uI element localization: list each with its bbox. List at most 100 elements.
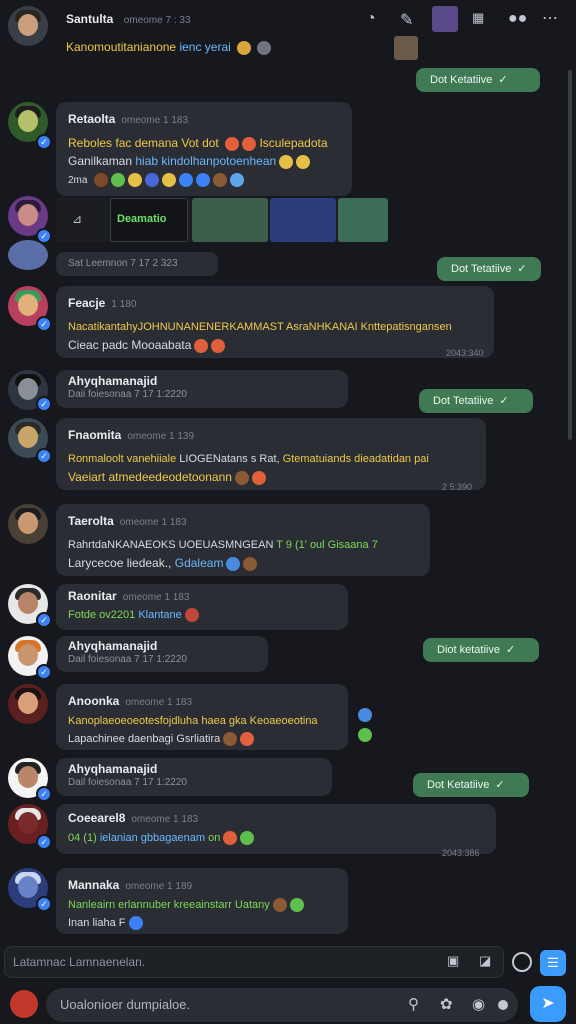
user-avatar[interactable] bbox=[10, 990, 38, 1018]
media-gallery[interactable]: ⊿ Deamatio bbox=[56, 198, 388, 242]
send-button[interactable]: ➤ bbox=[530, 986, 566, 1022]
header-subtitle-yellow: Kanomoutitanianone bbox=[66, 40, 177, 54]
scrollbar[interactable] bbox=[568, 70, 572, 440]
sender-name: Feacje bbox=[68, 296, 106, 310]
media-thumbnail[interactable]: Deamatio bbox=[110, 198, 188, 242]
outgoing-label: Dot Ketatiive bbox=[430, 74, 493, 86]
outgoing-label: Diot ketatiive bbox=[437, 644, 500, 656]
media-thumbnail[interactable] bbox=[338, 198, 388, 242]
verified-icon: ✓ bbox=[36, 316, 52, 332]
message-input[interactable]: Uoalonioer dumpialoe. ⚲ ✿ ◉ bbox=[46, 988, 518, 1022]
gif-icon[interactable]: ✿ bbox=[440, 995, 453, 1013]
message-text: on bbox=[208, 832, 221, 844]
message-input-placeholder: Uoalonioer dumpialoe. bbox=[60, 997, 191, 1012]
check-icon: ✓ bbox=[499, 395, 509, 407]
secondary-input-placeholder: Latamnac Lamnaenelan. bbox=[13, 955, 146, 969]
message-bubble[interactable]: Retaolta omeome 1 183 Reboles fac demana … bbox=[56, 102, 352, 196]
message-bubble[interactable]: Fnaomita omeome 1 139 Ronmaloolt vanehiia… bbox=[56, 418, 486, 490]
emoji-icon bbox=[229, 172, 244, 187]
emoji-icon bbox=[296, 154, 311, 169]
check-icon: ✓ bbox=[505, 644, 516, 656]
emoji-button[interactable] bbox=[512, 952, 532, 972]
dots-icon[interactable]: ●● bbox=[508, 10, 527, 28]
message-bubble[interactable]: Mannaka omeome 1 189 Nanleairn erlannuber… bbox=[56, 868, 348, 934]
reaction-icon[interactable] bbox=[358, 708, 372, 722]
emoji-icon bbox=[144, 172, 159, 187]
outgoing-message[interactable]: Dot Ketatiive ✓ bbox=[413, 773, 529, 797]
message-bubble[interactable]: Taerolta omeome 1 183 RahrtdaNKANAEOKS UO… bbox=[56, 504, 430, 576]
outgoing-message[interactable]: Dot Ketatiive ✓ bbox=[416, 68, 540, 92]
attach-icon[interactable]: ⚲ bbox=[408, 995, 419, 1013]
message-text: Vaeiart atmedeedeodetoonann bbox=[68, 470, 232, 484]
verified-icon: ✓ bbox=[36, 612, 52, 628]
avatar[interactable] bbox=[8, 240, 48, 270]
header-subtitle: Kanomoutitanianone ienc yerai bbox=[66, 40, 272, 55]
outgoing-label: Dot Ketatiive bbox=[427, 779, 490, 791]
emoji-icon bbox=[234, 470, 249, 485]
more-icon[interactable]: ⋯ bbox=[542, 8, 558, 28]
message-subline: Sat Leemnon 7 17 2 323 bbox=[56, 252, 218, 276]
secondary-input[interactable]: Latamnac Lamnaenelan. ▣ ◪ bbox=[4, 946, 504, 978]
message-meta: omeome 1 183 bbox=[119, 517, 187, 528]
chat-button[interactable]: ☰ bbox=[540, 950, 566, 976]
outgoing-message[interactable]: Diot ketatiive ✓ bbox=[423, 638, 539, 662]
reaction-icon[interactable]: ◉ bbox=[472, 995, 485, 1013]
grid-icon[interactable]: ▦ bbox=[472, 10, 484, 26]
message-meta: Dail foiesonaa 7 17 1:2220 bbox=[68, 777, 187, 788]
message-text: 04 (1) bbox=[68, 832, 97, 844]
tools-icon[interactable]: ✎ bbox=[400, 10, 413, 30]
message-text: Reboles fac demana Vot dot bbox=[68, 136, 219, 150]
message-text: Gtematuiands dieadatidan bbox=[282, 453, 412, 465]
avatar[interactable] bbox=[8, 504, 48, 544]
avatar[interactable] bbox=[8, 684, 48, 724]
media-caption: Deamatio bbox=[117, 213, 167, 225]
message-text: ielanian gbbagaenam bbox=[99, 832, 206, 844]
reaction-icon[interactable] bbox=[358, 728, 372, 742]
profile-thumbnail[interactable] bbox=[432, 6, 458, 32]
message-text: Kanoplaeoeoeotesfojdluha haea gka Keoaeo… bbox=[68, 715, 318, 727]
clock-icon[interactable]: ◔ bbox=[366, 10, 376, 28]
verified-icon: ✓ bbox=[36, 448, 52, 464]
emoji-icon bbox=[240, 732, 255, 747]
message-bubble[interactable]: Coeearel8 omeome 1 183 04 (1) ielanian gb… bbox=[56, 804, 496, 854]
header-title: Santulta omeome 7 : 33 bbox=[66, 10, 191, 28]
avatar[interactable] bbox=[8, 6, 48, 46]
message-bubble[interactable]: Anoonka omeome 1 183 Kanoplaeoeoeotesfojd… bbox=[56, 684, 348, 750]
message-bubble[interactable]: Feacje 1 180 NacatikantahyJOHNUNANENERKAM… bbox=[56, 286, 494, 358]
emoji-icon bbox=[225, 136, 240, 151]
sender-name: Ahyqhamanajid bbox=[68, 374, 158, 388]
emoji-icon bbox=[195, 172, 210, 187]
emoji-icon bbox=[93, 172, 108, 187]
emoji-icon bbox=[240, 831, 255, 846]
message-text: NacatikantahyJOHNUNANENERKAMMAST AsraNHK… bbox=[68, 321, 452, 333]
media-thumbnail[interactable] bbox=[192, 198, 268, 242]
sender-name: Retaolta bbox=[68, 112, 116, 126]
sender-name: Ahyqhamanajid bbox=[68, 762, 158, 776]
emoji-icon bbox=[257, 40, 272, 55]
media-icon: ⊿ bbox=[72, 212, 83, 226]
message-meta: omeome 1 183 bbox=[131, 814, 199, 825]
message-text: RahrtdaNKANAEOKS UOEUASMNGEAN bbox=[68, 539, 274, 551]
message-meta: Daii foiesonaa 7 17 1:2220 bbox=[68, 389, 187, 400]
emoji-icon bbox=[110, 172, 125, 187]
message-bubble[interactable]: Ahyqhamanajid Daii foiesonaa 7 17 1:2220 bbox=[56, 370, 348, 408]
message-text: Ganilkaman bbox=[68, 154, 133, 168]
voice-icon[interactable] bbox=[498, 1000, 508, 1010]
message-meta: omeome 1 183 bbox=[125, 697, 193, 708]
message-text: Gdaleam bbox=[174, 556, 224, 570]
sender-name: Fnaomita bbox=[68, 428, 122, 442]
outgoing-message[interactable]: Dot Tetatiive ✓ bbox=[419, 389, 533, 413]
image-icon[interactable]: ▣ bbox=[447, 953, 459, 969]
message-bubble[interactable]: Ahyqhamanajid Dail foiesonaa 7 17 1:2220 bbox=[56, 758, 332, 796]
emoji-icon bbox=[242, 136, 257, 151]
emoji-icon bbox=[178, 172, 193, 187]
message-bubble[interactable]: Raonitar omeome 1 183 Fotde ov2201 Klanta… bbox=[56, 584, 348, 630]
media-thumbnail[interactable] bbox=[270, 198, 336, 242]
message-bubble[interactable]: Ahyqhamanajid Dail foiesonaa 7 17 1:2220 bbox=[56, 636, 268, 672]
message-text: Ronmaloolt vanehiiale bbox=[68, 453, 177, 465]
message-text: F bbox=[118, 917, 126, 929]
outgoing-message[interactable]: Dot Tetatiive ✓ bbox=[437, 257, 541, 281]
message-text: T 9 (1' oul Gisaana 7 bbox=[276, 539, 378, 551]
sticker-icon[interactable]: ◪ bbox=[479, 953, 491, 969]
sender-name: Mannaka bbox=[68, 878, 120, 892]
